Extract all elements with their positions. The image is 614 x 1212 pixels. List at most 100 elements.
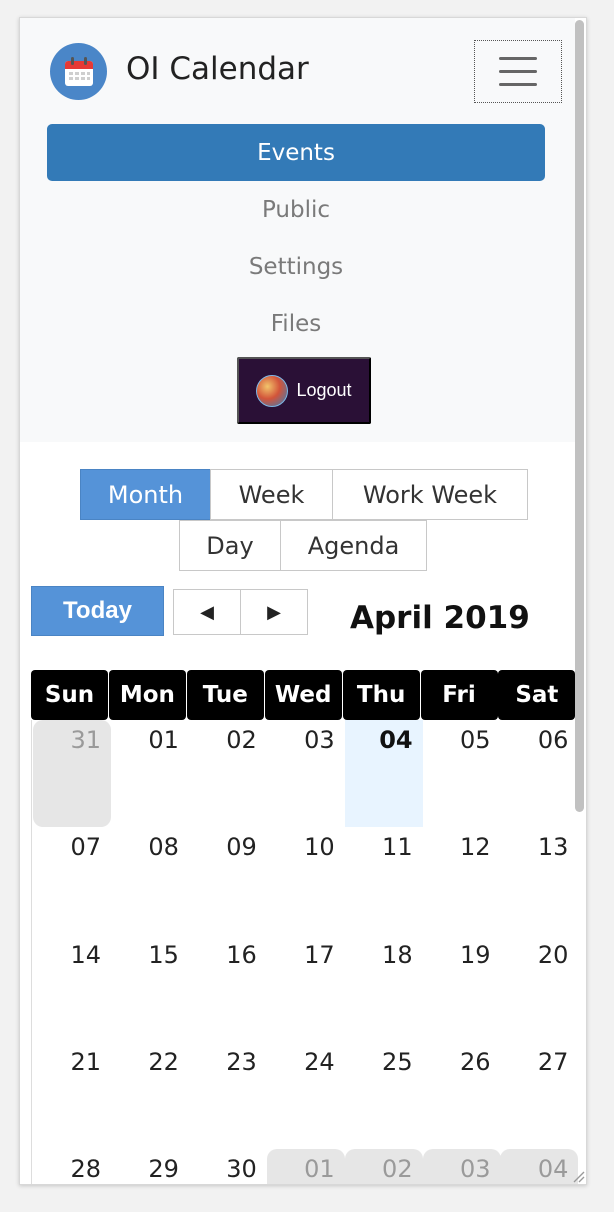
day-number[interactable]: 18 [382, 941, 413, 969]
current-period-title: April 2019 [350, 600, 530, 636]
day-number[interactable]: 09 [226, 833, 257, 861]
calendar-day-cell[interactable]: 19 [423, 935, 501, 1042]
weekday-header-wed: Wed [264, 670, 342, 720]
calendar-day-cell[interactable]: 04 [500, 1149, 579, 1184]
day-number[interactable]: 15 [148, 941, 179, 969]
calendar-day-cell[interactable]: 06 [500, 720, 578, 827]
browser-viewport: OI Calendar Events Public Settings Files… [19, 17, 587, 1185]
calendar-day-cell[interactable]: 12 [423, 827, 501, 934]
calendar-day-cell[interactable]: 31 [33, 720, 111, 827]
day-number[interactable]: 06 [538, 726, 569, 754]
calendar-day-cell[interactable]: 01 [111, 720, 189, 827]
day-number[interactable]: 12 [460, 833, 491, 861]
day-number[interactable]: 17 [304, 941, 335, 969]
day-number[interactable]: 14 [70, 941, 101, 969]
calendar-day-cell[interactable]: 29 [111, 1149, 189, 1184]
logout-button[interactable]: Logout [237, 357, 371, 424]
resize-grip-icon[interactable] [568, 1166, 586, 1184]
day-number[interactable]: 04 [379, 726, 412, 754]
calendar-day-cell[interactable]: 02 [344, 1149, 423, 1184]
view-work-week-button[interactable]: Work Week [332, 469, 528, 520]
calendar-day-cell[interactable]: 14 [33, 935, 111, 1042]
chevron-right-icon: ▶ [267, 601, 281, 622]
scrollbar-thumb[interactable] [575, 20, 584, 812]
day-number[interactable]: 13 [538, 833, 569, 861]
day-number[interactable]: 02 [382, 1155, 413, 1183]
calendar-day-cell[interactable]: 08 [111, 827, 189, 934]
day-number[interactable]: 01 [304, 1155, 335, 1183]
day-number[interactable]: 20 [538, 941, 569, 969]
avatar [256, 374, 289, 407]
day-number[interactable]: 21 [70, 1048, 101, 1076]
day-number[interactable]: 05 [460, 726, 491, 754]
day-number[interactable]: 04 [538, 1155, 569, 1183]
next-month-button[interactable]: ▶ [240, 589, 308, 635]
calendar-day-cell[interactable]: 09 [189, 827, 267, 934]
day-number[interactable]: 29 [148, 1155, 179, 1183]
calendar-day-cell[interactable]: 22 [111, 1042, 189, 1149]
day-number[interactable]: 16 [226, 941, 257, 969]
day-number[interactable]: 26 [460, 1048, 491, 1076]
calendar-day-cell[interactable]: 27 [500, 1042, 578, 1149]
calendar-day-cell[interactable]: 17 [267, 935, 345, 1042]
hamburger-icon-bar [499, 83, 537, 86]
calendar-day-cell[interactable]: 24 [267, 1042, 345, 1149]
calendar-day-cell[interactable]: 07 [33, 827, 111, 934]
day-number[interactable]: 25 [382, 1048, 413, 1076]
calendar-day-cell[interactable]: 20 [500, 935, 578, 1042]
weekday-header-fri: Fri [420, 670, 498, 720]
hamburger-menu-button[interactable] [474, 40, 562, 103]
weekday-header-thu: Thu [342, 670, 420, 720]
day-number[interactable]: 24 [304, 1048, 335, 1076]
today-button[interactable]: Today [31, 586, 164, 636]
calendar-day-cell[interactable]: 23 [189, 1042, 267, 1149]
calendar-day-cell[interactable]: 05 [423, 720, 501, 827]
day-number[interactable]: 03 [460, 1155, 491, 1183]
calendar-grid: 31 01 02 03 04 05 06 07 08 09 10 11 12 13 14 15 16 17 18 19… [31, 720, 579, 1184]
calendar-icon[interactable] [50, 43, 107, 100]
day-number[interactable]: 03 [304, 726, 335, 754]
calendar-day-cell[interactable]: 03 [422, 1149, 501, 1184]
prev-month-button[interactable]: ◀ [173, 589, 241, 635]
day-number[interactable]: 23 [226, 1048, 257, 1076]
calendar-day-cell[interactable]: 18 [345, 935, 423, 1042]
view-day-button[interactable]: Day [179, 520, 281, 571]
calendar-day-cell[interactable]: 28 [33, 1149, 111, 1184]
calendar-day-cell[interactable]: 26 [423, 1042, 501, 1149]
day-number[interactable]: 01 [148, 726, 179, 754]
day-number[interactable]: 08 [148, 833, 179, 861]
day-number[interactable]: 10 [304, 833, 335, 861]
calendar-day-cell[interactable]: 02 [189, 720, 267, 827]
nav-item-files[interactable]: Files [47, 295, 545, 352]
day-number[interactable]: 22 [148, 1048, 179, 1076]
day-number[interactable]: 07 [70, 833, 101, 861]
app-title[interactable]: OI Calendar [126, 51, 309, 87]
nav-item-public[interactable]: Public [47, 181, 545, 238]
weekday-header-sat: Sat [498, 670, 576, 720]
calendar-day-cell[interactable]: 01 [266, 1149, 345, 1184]
calendar-day-cell[interactable]: 03 [267, 720, 345, 827]
calendar-day-cell[interactable]: 16 [189, 935, 267, 1042]
day-number[interactable]: 28 [70, 1155, 101, 1183]
nav-item-settings[interactable]: Settings [47, 238, 545, 295]
calendar-day-cell[interactable]: 30 [189, 1149, 267, 1184]
calendar-day-cell[interactable]: 13 [500, 827, 578, 934]
calendar-day-cell[interactable]: 11 [345, 827, 423, 934]
calendar-day-cell[interactable]: 04 [344, 720, 423, 827]
calendar-day-cell[interactable]: 25 [345, 1042, 423, 1149]
calendar-day-cell[interactable]: 10 [267, 827, 345, 934]
day-number[interactable]: 30 [226, 1155, 257, 1183]
day-number[interactable]: 11 [382, 833, 413, 861]
day-number[interactable]: 02 [226, 726, 257, 754]
navbar: OI Calendar Events Public Settings Files… [20, 18, 575, 442]
calendar-day-cell[interactable]: 15 [111, 935, 189, 1042]
view-agenda-button[interactable]: Agenda [280, 520, 427, 571]
view-week-button[interactable]: Week [210, 469, 333, 520]
day-number[interactable]: 31 [70, 726, 101, 754]
view-month-button[interactable]: Month [80, 469, 211, 520]
day-number[interactable]: 19 [460, 941, 491, 969]
calendar-day-cell[interactable]: 21 [33, 1042, 111, 1149]
day-number[interactable]: 27 [538, 1048, 569, 1076]
weekday-header-tue: Tue [186, 670, 264, 720]
nav-item-events[interactable]: Events [47, 124, 545, 181]
